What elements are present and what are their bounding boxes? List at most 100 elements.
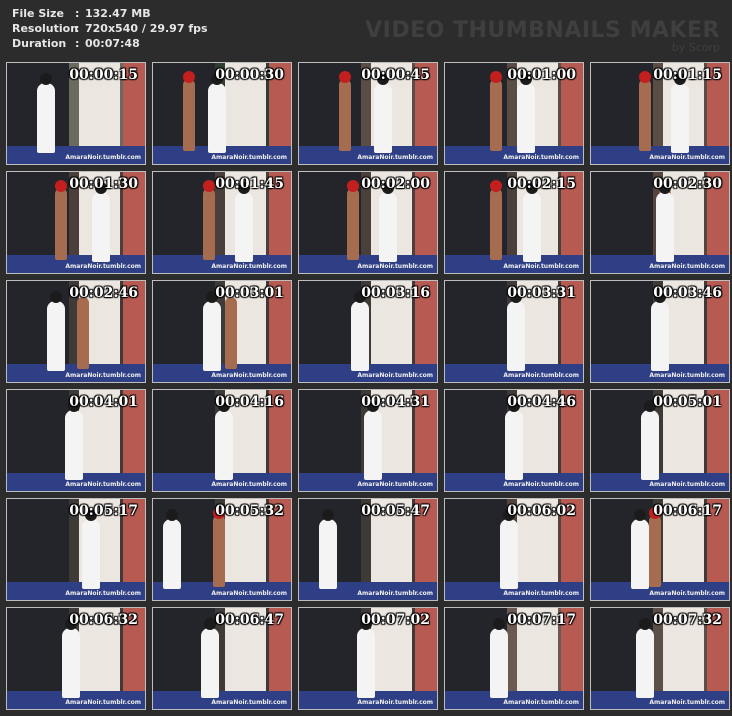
video-thumbnail: 00:04:46 AmaraNoir.tumblr.com xyxy=(444,389,584,492)
scene-figure xyxy=(364,410,382,480)
scene-figure xyxy=(490,188,502,260)
scene-hood xyxy=(183,71,195,83)
watermark-text: AmaraNoir.tumblr.com xyxy=(211,481,287,488)
watermark-text: AmaraNoir.tumblr.com xyxy=(649,372,725,379)
timestamp-label: 00:01:30 xyxy=(69,176,138,192)
video-thumbnail: 00:05:47 AmaraNoir.tumblr.com xyxy=(298,498,438,601)
file-size-label: File Size xyxy=(12,7,64,20)
timestamp-label: 00:07:32 xyxy=(653,612,722,628)
timestamp-label: 00:06:32 xyxy=(69,612,138,628)
scene-figure xyxy=(636,628,654,698)
scene-hood xyxy=(347,180,359,192)
timestamp-label: 00:03:16 xyxy=(361,285,430,301)
watermark-text: AmaraNoir.tumblr.com xyxy=(65,481,141,488)
video-thumbnail: 00:02:30 AmaraNoir.tumblr.com xyxy=(590,171,730,274)
video-thumbnail: 00:00:45 AmaraNoir.tumblr.com xyxy=(298,62,438,165)
timestamp-label: 00:03:01 xyxy=(215,285,284,301)
scene-figure xyxy=(47,301,65,371)
scene-hood xyxy=(203,180,215,192)
separator: : xyxy=(75,22,80,35)
scene-figure xyxy=(215,410,233,480)
separator: : xyxy=(75,37,80,50)
watermark-text: AmaraNoir.tumblr.com xyxy=(649,699,725,706)
scene-figure xyxy=(357,628,375,698)
scene-figure xyxy=(339,79,351,151)
scene-figure xyxy=(656,192,674,262)
watermark-text: AmaraNoir.tumblr.com xyxy=(211,699,287,706)
scene-figure xyxy=(379,192,397,262)
video-thumbnail: 00:00:15 AmaraNoir.tumblr.com xyxy=(6,62,146,165)
scene-head xyxy=(639,618,651,630)
video-thumbnail: 00:05:32 AmaraNoir.tumblr.com xyxy=(152,498,292,601)
watermark-text: AmaraNoir.tumblr.com xyxy=(357,699,433,706)
timestamp-label: 00:03:31 xyxy=(507,285,576,301)
video-thumbnail: 00:04:31 AmaraNoir.tumblr.com xyxy=(298,389,438,492)
brand-logo: VIDEO THUMBNAILS MAKER by Scorp xyxy=(365,18,720,54)
watermark-text: AmaraNoir.tumblr.com xyxy=(65,154,141,161)
scene-figure xyxy=(523,192,541,262)
scene-figure xyxy=(62,628,80,698)
scene-head xyxy=(634,509,646,521)
video-thumbnail: 00:02:00 AmaraNoir.tumblr.com xyxy=(298,171,438,274)
timestamp-label: 00:01:45 xyxy=(215,176,284,192)
scene-hood xyxy=(55,180,67,192)
timestamp-label: 00:02:00 xyxy=(361,176,430,192)
watermark-text: AmaraNoir.tumblr.com xyxy=(211,590,287,597)
scene-figure xyxy=(203,188,215,260)
scene-figure xyxy=(517,83,535,153)
scene-hood xyxy=(490,180,502,192)
video-thumbnail: 00:01:00 AmaraNoir.tumblr.com xyxy=(444,62,584,165)
watermark-text: AmaraNoir.tumblr.com xyxy=(357,372,433,379)
watermark-text: AmaraNoir.tumblr.com xyxy=(649,154,725,161)
watermark-text: AmaraNoir.tumblr.com xyxy=(649,590,725,597)
watermark-text: AmaraNoir.tumblr.com xyxy=(65,372,141,379)
video-thumbnail: 00:06:02 AmaraNoir.tumblr.com xyxy=(444,498,584,601)
scene-figure xyxy=(82,519,100,589)
scene-figure xyxy=(507,301,525,371)
watermark-text: AmaraNoir.tumblr.com xyxy=(211,154,287,161)
video-thumbnail: 00:05:01 AmaraNoir.tumblr.com xyxy=(590,389,730,492)
scene-figure xyxy=(65,410,83,480)
scene-figure xyxy=(203,301,221,371)
watermark-text: AmaraNoir.tumblr.com xyxy=(503,263,579,270)
scene-figure xyxy=(92,192,110,262)
watermark-text: AmaraNoir.tumblr.com xyxy=(503,481,579,488)
watermark-text: AmaraNoir.tumblr.com xyxy=(65,263,141,270)
scene-figure xyxy=(490,79,502,151)
timestamp-label: 00:04:01 xyxy=(69,394,138,410)
scene-hood xyxy=(639,71,651,83)
scene-figure xyxy=(319,519,337,589)
resolution-value: 720x540 / 29.97 fps xyxy=(85,22,208,35)
video-thumbnail: 00:01:45 AmaraNoir.tumblr.com xyxy=(152,171,292,274)
scene-figure xyxy=(235,192,253,262)
scene-figure xyxy=(671,83,689,153)
timestamp-label: 00:02:46 xyxy=(69,285,138,301)
video-thumbnail: 00:02:46 AmaraNoir.tumblr.com xyxy=(6,280,146,383)
scene-head xyxy=(166,509,178,521)
watermark-text: AmaraNoir.tumblr.com xyxy=(503,154,579,161)
timestamp-label: 00:04:31 xyxy=(361,394,430,410)
watermark-text: AmaraNoir.tumblr.com xyxy=(357,481,433,488)
file-size-row: File Size : 132.47 MB xyxy=(12,6,208,21)
watermark-text: AmaraNoir.tumblr.com xyxy=(503,590,579,597)
scene-figure xyxy=(374,83,392,153)
resolution-label: Resolution xyxy=(12,22,79,35)
timestamp-label: 00:06:17 xyxy=(653,503,722,519)
timestamp-label: 00:05:17 xyxy=(69,503,138,519)
timestamp-label: 00:00:45 xyxy=(361,67,430,83)
video-thumbnail: 00:04:01 AmaraNoir.tumblr.com xyxy=(6,389,146,492)
scene-figure xyxy=(183,79,195,151)
scene-head xyxy=(50,291,62,303)
scene-figure xyxy=(213,515,225,587)
scene-figure xyxy=(649,515,661,587)
scene-hood xyxy=(490,71,502,83)
watermark-text: AmaraNoir.tumblr.com xyxy=(65,699,141,706)
video-thumbnail: 00:03:01 AmaraNoir.tumblr.com xyxy=(152,280,292,383)
video-thumbnail: 00:04:16 AmaraNoir.tumblr.com xyxy=(152,389,292,492)
video-thumbnail: 00:07:32 AmaraNoir.tumblr.com xyxy=(590,607,730,710)
timestamp-label: 00:00:15 xyxy=(69,67,138,83)
scene-figure xyxy=(351,301,369,371)
video-thumbnail: 00:00:30 AmaraNoir.tumblr.com xyxy=(152,62,292,165)
timestamp-label: 00:04:46 xyxy=(507,394,576,410)
watermark-text: AmaraNoir.tumblr.com xyxy=(503,372,579,379)
